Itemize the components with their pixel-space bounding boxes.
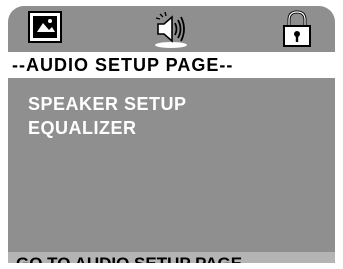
setup-icon-bar (8, 6, 335, 52)
general-setup-icon[interactable] (28, 10, 62, 48)
audio-setup-menu: SPEAKER SETUP EQUALIZER (28, 92, 187, 140)
menu-item-equalizer[interactable]: EQUALIZER (28, 116, 187, 140)
audio-setup-icon[interactable] (154, 10, 188, 48)
lock-icon[interactable] (280, 10, 314, 48)
menu-item-speaker-setup[interactable]: SPEAKER SETUP (28, 92, 187, 116)
setup-menu-panel: --AUDIO SETUP PAGE-- SPEAKER SETUP EQUAL… (8, 6, 335, 263)
page-title: --AUDIO SETUP PAGE-- (8, 52, 335, 78)
status-bar: GO TO AUDIO SETUP PAGE (8, 252, 335, 263)
